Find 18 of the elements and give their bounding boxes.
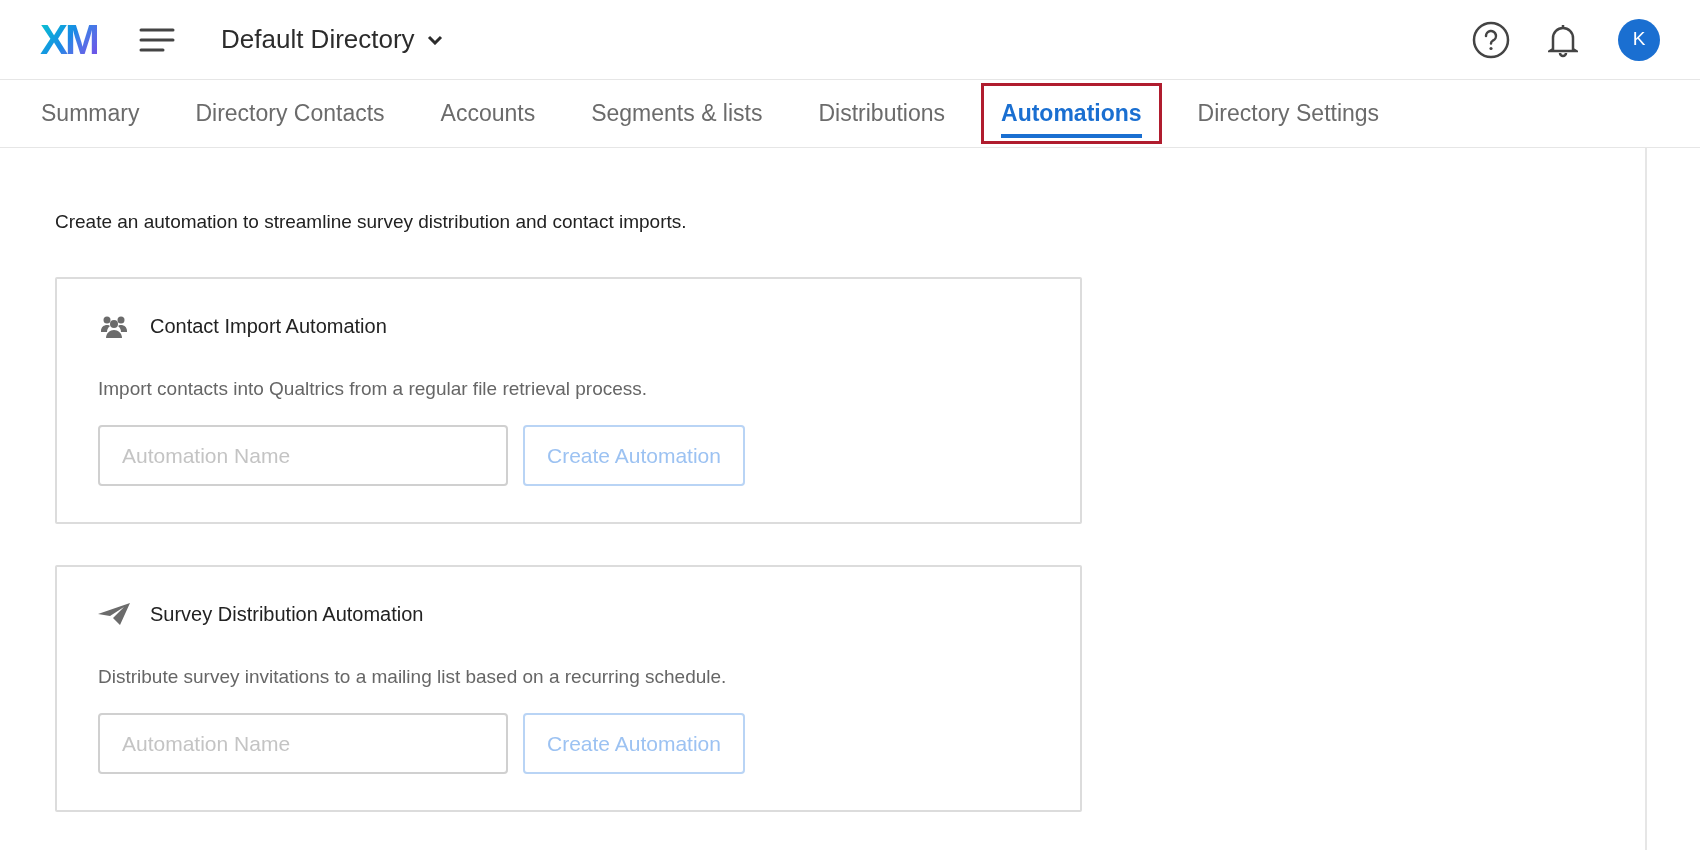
card-title: Survey Distribution Automation: [150, 601, 424, 627]
intro-text: Create an automation to streamline survey distribution and contact imports.: [55, 210, 688, 234]
tab[interactable]: Segments & lists: [591, 80, 763, 147]
user-avatar[interactable]: K: [1618, 18, 1660, 61]
tab[interactable]: Automations: [981, 83, 1162, 144]
help-icon[interactable]: [1472, 20, 1510, 59]
tab[interactable]: Directory Contacts: [195, 80, 385, 147]
tab[interactable]: Summary: [41, 80, 140, 147]
menu-icon[interactable]: [139, 26, 175, 53]
card-title: Contact Import Automation: [150, 313, 387, 339]
tab[interactable]: Accounts: [440, 80, 536, 147]
tab[interactable]: Distributions: [818, 80, 946, 147]
card-description: Import contacts into Qualtrics from a regular file retrieval process.: [98, 376, 649, 401]
directory-dropdown[interactable]: Default Directory: [221, 20, 443, 59]
card-description: Distribute survey invitations to a mailing list based on a recurring schedule.: [98, 664, 728, 689]
paper-plane-icon: [98, 602, 130, 625]
tab[interactable]: Directory Settings: [1197, 80, 1380, 147]
caret-icon: [426, 34, 443, 45]
